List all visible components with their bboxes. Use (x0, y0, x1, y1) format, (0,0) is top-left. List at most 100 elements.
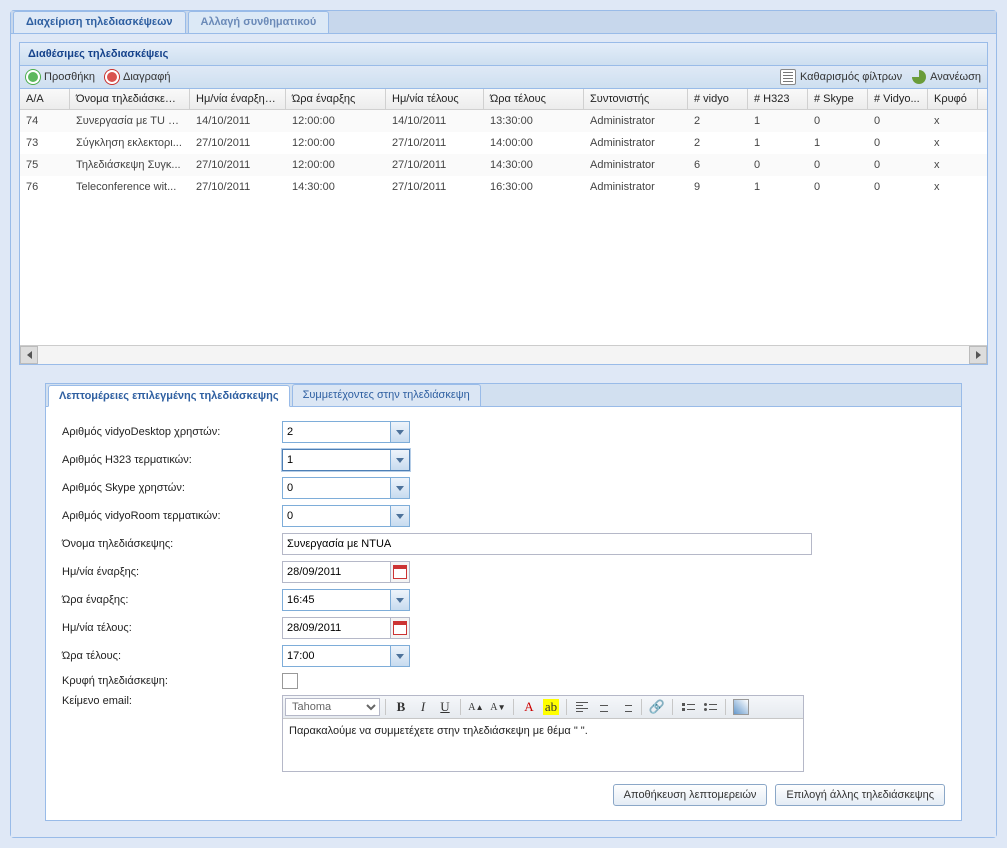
combo-trigger[interactable] (390, 646, 409, 666)
col-hidden[interactable]: Κρυφό (928, 89, 978, 109)
cell-aa: 75 (20, 157, 70, 173)
combo-trigger[interactable] (390, 590, 409, 610)
skype-combo[interactable] (282, 477, 410, 499)
italic-button[interactable]: I (413, 698, 433, 716)
cell-name: Τηλεδιάσκεψη Συγκ... (70, 157, 190, 173)
chevron-down-icon (396, 514, 404, 519)
cell-vr: 0 (868, 157, 928, 173)
toolbar-separator (672, 699, 673, 715)
editor-toolbar: Tahoma B I U A▲ A▼ A ab (283, 696, 803, 719)
cell-aa: 73 (20, 135, 70, 151)
col-end-date[interactable]: Ημ/νία τέλους (386, 89, 484, 109)
label-end-date: Ημ/νία τέλους: (62, 622, 282, 634)
chevron-down-icon (396, 654, 404, 659)
cell-vi: 6 (688, 157, 748, 173)
grow-font-button[interactable]: A▲ (466, 698, 486, 716)
font-select[interactable]: Tahoma (285, 698, 380, 716)
col-name[interactable]: Όνομα τηλεδιάσκεψης (70, 89, 190, 109)
tab-teleconf-mgmt[interactable]: Διαχείριση τηλεδιασκέψεων (13, 11, 186, 33)
delete-button[interactable]: Διαγραφή (105, 70, 171, 84)
source-edit-button[interactable] (731, 698, 751, 716)
start-time-combo[interactable] (282, 589, 410, 611)
calendar-trigger[interactable] (390, 562, 409, 582)
calendar-icon (393, 565, 407, 579)
cell-vi: 2 (688, 113, 748, 129)
col-start-date[interactable]: Ημ/νία έναρξης (190, 89, 286, 109)
col-start-time[interactable]: Ώρα έναρξης (286, 89, 386, 109)
col-aa[interactable]: Α/Α (20, 89, 70, 109)
cell-co: Administrator (584, 135, 688, 151)
label-start-date: Ημ/νία έναρξης: (62, 566, 282, 578)
bold-button[interactable]: B (391, 698, 411, 716)
chevron-down-icon (396, 598, 404, 603)
combo-trigger[interactable] (390, 506, 409, 526)
align-center-button[interactable] (594, 698, 614, 716)
back-color-button[interactable]: ab (541, 698, 561, 716)
col-vidyo[interactable]: # vidyo (688, 89, 748, 109)
link-button[interactable]: 🔗 (647, 698, 667, 716)
clear-filters-button[interactable]: Καθαρισμός φίλτρων (780, 69, 902, 85)
align-right-button[interactable] (616, 698, 636, 716)
start-time-input[interactable] (283, 590, 390, 610)
cell-vr: 0 (868, 179, 928, 195)
save-details-button[interactable]: Αποθήκευση λεπτομερειών (613, 784, 768, 806)
underline-button[interactable]: U (435, 698, 455, 716)
cell-ed: 27/10/2011 (386, 135, 484, 151)
unordered-list-button[interactable] (700, 698, 720, 716)
h323-combo[interactable] (282, 449, 410, 471)
add-icon (26, 70, 40, 84)
cell-h3: 1 (748, 113, 808, 129)
conf-name-input[interactable] (282, 533, 812, 555)
col-end-time[interactable]: Ώρα τέλους (484, 89, 584, 109)
end-date-input[interactable] (283, 618, 390, 638)
h323-input[interactable] (283, 450, 390, 470)
calendar-trigger[interactable] (390, 618, 409, 638)
table-row[interactable]: 73Σύγκληση εκλεκτορι...27/10/201112:00:0… (20, 132, 987, 154)
end-time-combo[interactable] (282, 645, 410, 667)
tab-details[interactable]: Λεπτομέρειες επιλεγμένης τηλεδιάσκεψης (48, 385, 290, 407)
table-row[interactable]: 75Τηλεδιάσκεψη Συγκ...27/10/201112:00:00… (20, 154, 987, 176)
hidden-checkbox[interactable] (282, 673, 298, 689)
toolbar-separator (641, 699, 642, 715)
refresh-button[interactable]: Ανανέωση (912, 70, 981, 84)
clear-filters-icon (780, 69, 796, 85)
fore-color-button[interactable]: A (519, 698, 539, 716)
label-skype: Αριθμός Skype χρηστών: (62, 482, 282, 494)
align-left-button[interactable] (572, 698, 592, 716)
label-vidyoroom: Αριθμός vidyoRoom τερματικών: (62, 510, 282, 522)
shrink-font-button[interactable]: A▼ (488, 698, 508, 716)
scroll-left-button[interactable] (20, 346, 38, 364)
combo-trigger[interactable] (390, 450, 409, 470)
cell-sd: 14/10/2011 (190, 113, 286, 129)
cell-st: 12:00:00 (286, 113, 386, 129)
pick-other-conf-button[interactable]: Επιλογή άλλης τηλεδιάσκεψης (775, 784, 945, 806)
vidyoroom-combo[interactable] (282, 505, 410, 527)
scroll-track[interactable] (38, 346, 969, 364)
end-date-field[interactable] (282, 617, 410, 639)
combo-trigger[interactable] (390, 478, 409, 498)
start-date-input[interactable] (283, 562, 390, 582)
vidyoroom-input[interactable] (283, 506, 390, 526)
cell-name: Σύγκληση εκλεκτορι... (70, 135, 190, 151)
col-coordinator[interactable]: Συντονιστής (584, 89, 688, 109)
grid-h-scrollbar[interactable] (20, 345, 987, 364)
ordered-list-button[interactable] (678, 698, 698, 716)
start-date-field[interactable] (282, 561, 410, 583)
chevron-down-icon (396, 430, 404, 435)
vidyo-desktop-combo[interactable] (282, 421, 410, 443)
end-time-input[interactable] (283, 646, 390, 666)
col-vidyoroom[interactable]: # Vidyo... (868, 89, 928, 109)
skype-input[interactable] (283, 478, 390, 498)
label-vidyo-desktop: Αριθμός vidyoDesktop χρηστών: (62, 426, 282, 438)
table-row[interactable]: 76Teleconference wit...27/10/201114:30:0… (20, 176, 987, 198)
table-row[interactable]: 74Συνεργασία με TU B...14/10/201112:00:0… (20, 110, 987, 132)
col-h323[interactable]: # H323 (748, 89, 808, 109)
vidyo-desktop-input[interactable] (283, 422, 390, 442)
tab-change-password[interactable]: Αλλαγή συνθηματικού (188, 11, 330, 33)
tab-participants[interactable]: Συμμετέχοντες στην τηλεδιάσκεψη (292, 384, 481, 406)
scroll-right-button[interactable] (969, 346, 987, 364)
col-skype[interactable]: # Skype (808, 89, 868, 109)
combo-trigger[interactable] (390, 422, 409, 442)
add-button[interactable]: Προσθήκη (26, 70, 95, 84)
email-body[interactable]: Παρακαλούμε να συμμετέχετε στην τηλεδιάσ… (283, 719, 803, 771)
